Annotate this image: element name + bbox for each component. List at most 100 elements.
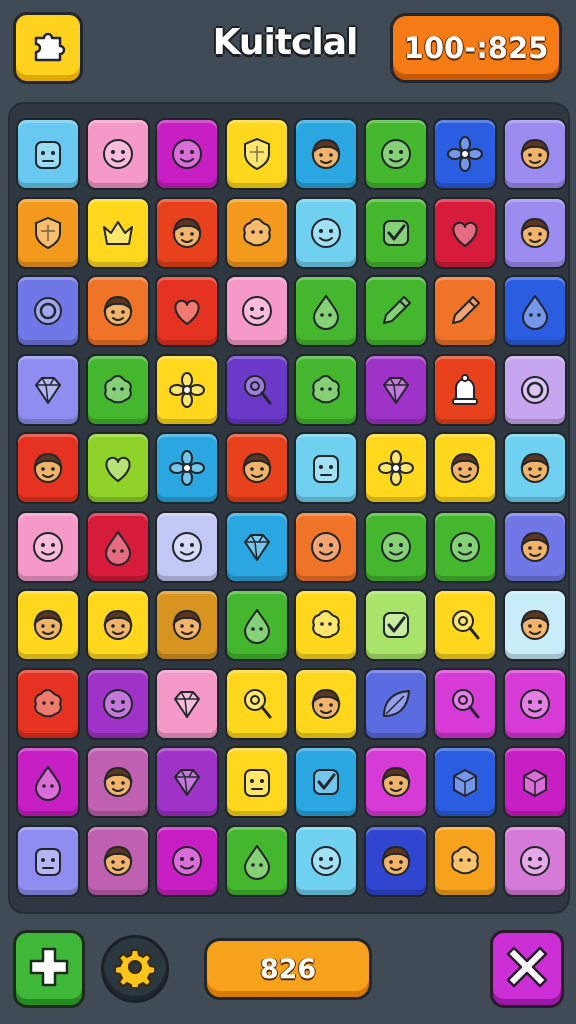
board-tile[interactable] [433, 746, 497, 818]
board-tile[interactable] [363, 118, 428, 190]
board-tile[interactable] [363, 275, 428, 347]
board-tile[interactable] [294, 118, 358, 190]
board-tile[interactable] [363, 824, 428, 897]
box-icon [515, 762, 555, 802]
board-tile[interactable] [16, 196, 80, 269]
board-tile[interactable] [155, 510, 219, 583]
bottom-score-display: 826 [204, 938, 372, 1000]
board-tile[interactable] [224, 275, 289, 347]
gem-icon [237, 527, 277, 567]
board-tile[interactable] [294, 275, 358, 347]
board-tile[interactable] [155, 667, 219, 740]
board-tile[interactable] [502, 353, 567, 426]
board-tile[interactable] [502, 746, 567, 818]
board-tile[interactable] [155, 275, 219, 347]
board-tile[interactable] [363, 196, 428, 269]
board-tile[interactable] [433, 196, 497, 269]
board-tile[interactable] [224, 667, 289, 740]
board-tile[interactable] [85, 824, 150, 897]
board-tile[interactable] [16, 353, 80, 426]
board-tile[interactable] [294, 510, 358, 583]
board-tile[interactable] [502, 196, 567, 269]
board-tile[interactable] [85, 432, 150, 504]
blob-icon [28, 684, 68, 724]
board-tile[interactable] [85, 196, 150, 269]
board-tile[interactable] [224, 118, 289, 190]
board-tile[interactable] [16, 118, 80, 190]
board-tile[interactable] [155, 353, 219, 426]
board-tile[interactable] [224, 353, 289, 426]
board-tile[interactable] [502, 432, 567, 504]
board-tile[interactable] [294, 196, 358, 269]
board-tile[interactable] [363, 667, 428, 740]
board-tile[interactable] [502, 275, 567, 347]
board-tile[interactable] [224, 432, 289, 504]
board-tile[interactable] [224, 824, 289, 897]
board-tile[interactable] [155, 196, 219, 269]
gem-icon [28, 370, 68, 410]
close-button[interactable] [490, 930, 564, 1008]
board-tile[interactable] [224, 510, 289, 583]
board-tile[interactable] [85, 589, 150, 661]
add-button[interactable] [13, 930, 85, 1008]
board-tile[interactable] [294, 667, 358, 740]
board-tile[interactable] [363, 432, 428, 504]
pen-icon [445, 291, 485, 331]
board-tile[interactable] [363, 589, 428, 661]
board-tile[interactable] [502, 589, 567, 661]
board-tile[interactable] [155, 118, 219, 190]
board-tile[interactable] [16, 275, 80, 347]
board-tile[interactable] [155, 746, 219, 818]
board-tile[interactable] [16, 824, 80, 897]
board-tile[interactable] [85, 746, 150, 818]
score-display: 100-:825 [390, 13, 562, 83]
board-tile[interactable] [85, 667, 150, 740]
board-tile[interactable] [224, 589, 289, 661]
board-tile[interactable] [16, 667, 80, 740]
lollipop-icon [237, 684, 277, 724]
board-tile[interactable] [294, 589, 358, 661]
board-tile[interactable] [16, 432, 80, 504]
board-tile[interactable] [363, 746, 428, 818]
board-tile[interactable] [155, 432, 219, 504]
board-tile[interactable] [224, 746, 289, 818]
board-tile[interactable] [16, 746, 80, 818]
board-tile[interactable] [502, 118, 567, 190]
heart-icon [167, 291, 207, 331]
board-tile[interactable] [224, 196, 289, 269]
board-tile[interactable] [433, 824, 497, 897]
board-tile[interactable] [294, 353, 358, 426]
board-tile[interactable] [155, 824, 219, 897]
board-tile[interactable] [155, 589, 219, 661]
board-tile[interactable] [502, 824, 567, 897]
board-tile[interactable] [433, 353, 497, 426]
board-tile[interactable] [433, 510, 497, 583]
face-icon [376, 527, 416, 567]
settings-button[interactable] [101, 935, 169, 1003]
face-icon [515, 841, 555, 881]
crown-icon [98, 213, 138, 253]
board-tile[interactable] [502, 667, 567, 740]
board-tile[interactable] [502, 510, 567, 583]
board-tile[interactable] [433, 667, 497, 740]
person-icon [28, 605, 68, 645]
game-board [8, 102, 570, 914]
board-tile[interactable] [363, 353, 428, 426]
board-tile[interactable] [16, 589, 80, 661]
board-tile[interactable] [85, 510, 150, 583]
board-tile[interactable] [294, 746, 358, 818]
board-tile[interactable] [433, 589, 497, 661]
board-tile[interactable] [294, 824, 358, 897]
board-tile[interactable] [85, 353, 150, 426]
menu-button[interactable] [13, 12, 83, 84]
board-tile[interactable] [16, 510, 80, 583]
board-tile[interactable] [433, 275, 497, 347]
board-tile[interactable] [433, 432, 497, 504]
board-tile[interactable] [85, 118, 150, 190]
person-icon [515, 605, 555, 645]
board-tile[interactable] [433, 118, 497, 190]
board-tile[interactable] [294, 432, 358, 504]
robot-icon [237, 762, 277, 802]
board-tile[interactable] [363, 510, 428, 583]
board-tile[interactable] [85, 275, 150, 347]
